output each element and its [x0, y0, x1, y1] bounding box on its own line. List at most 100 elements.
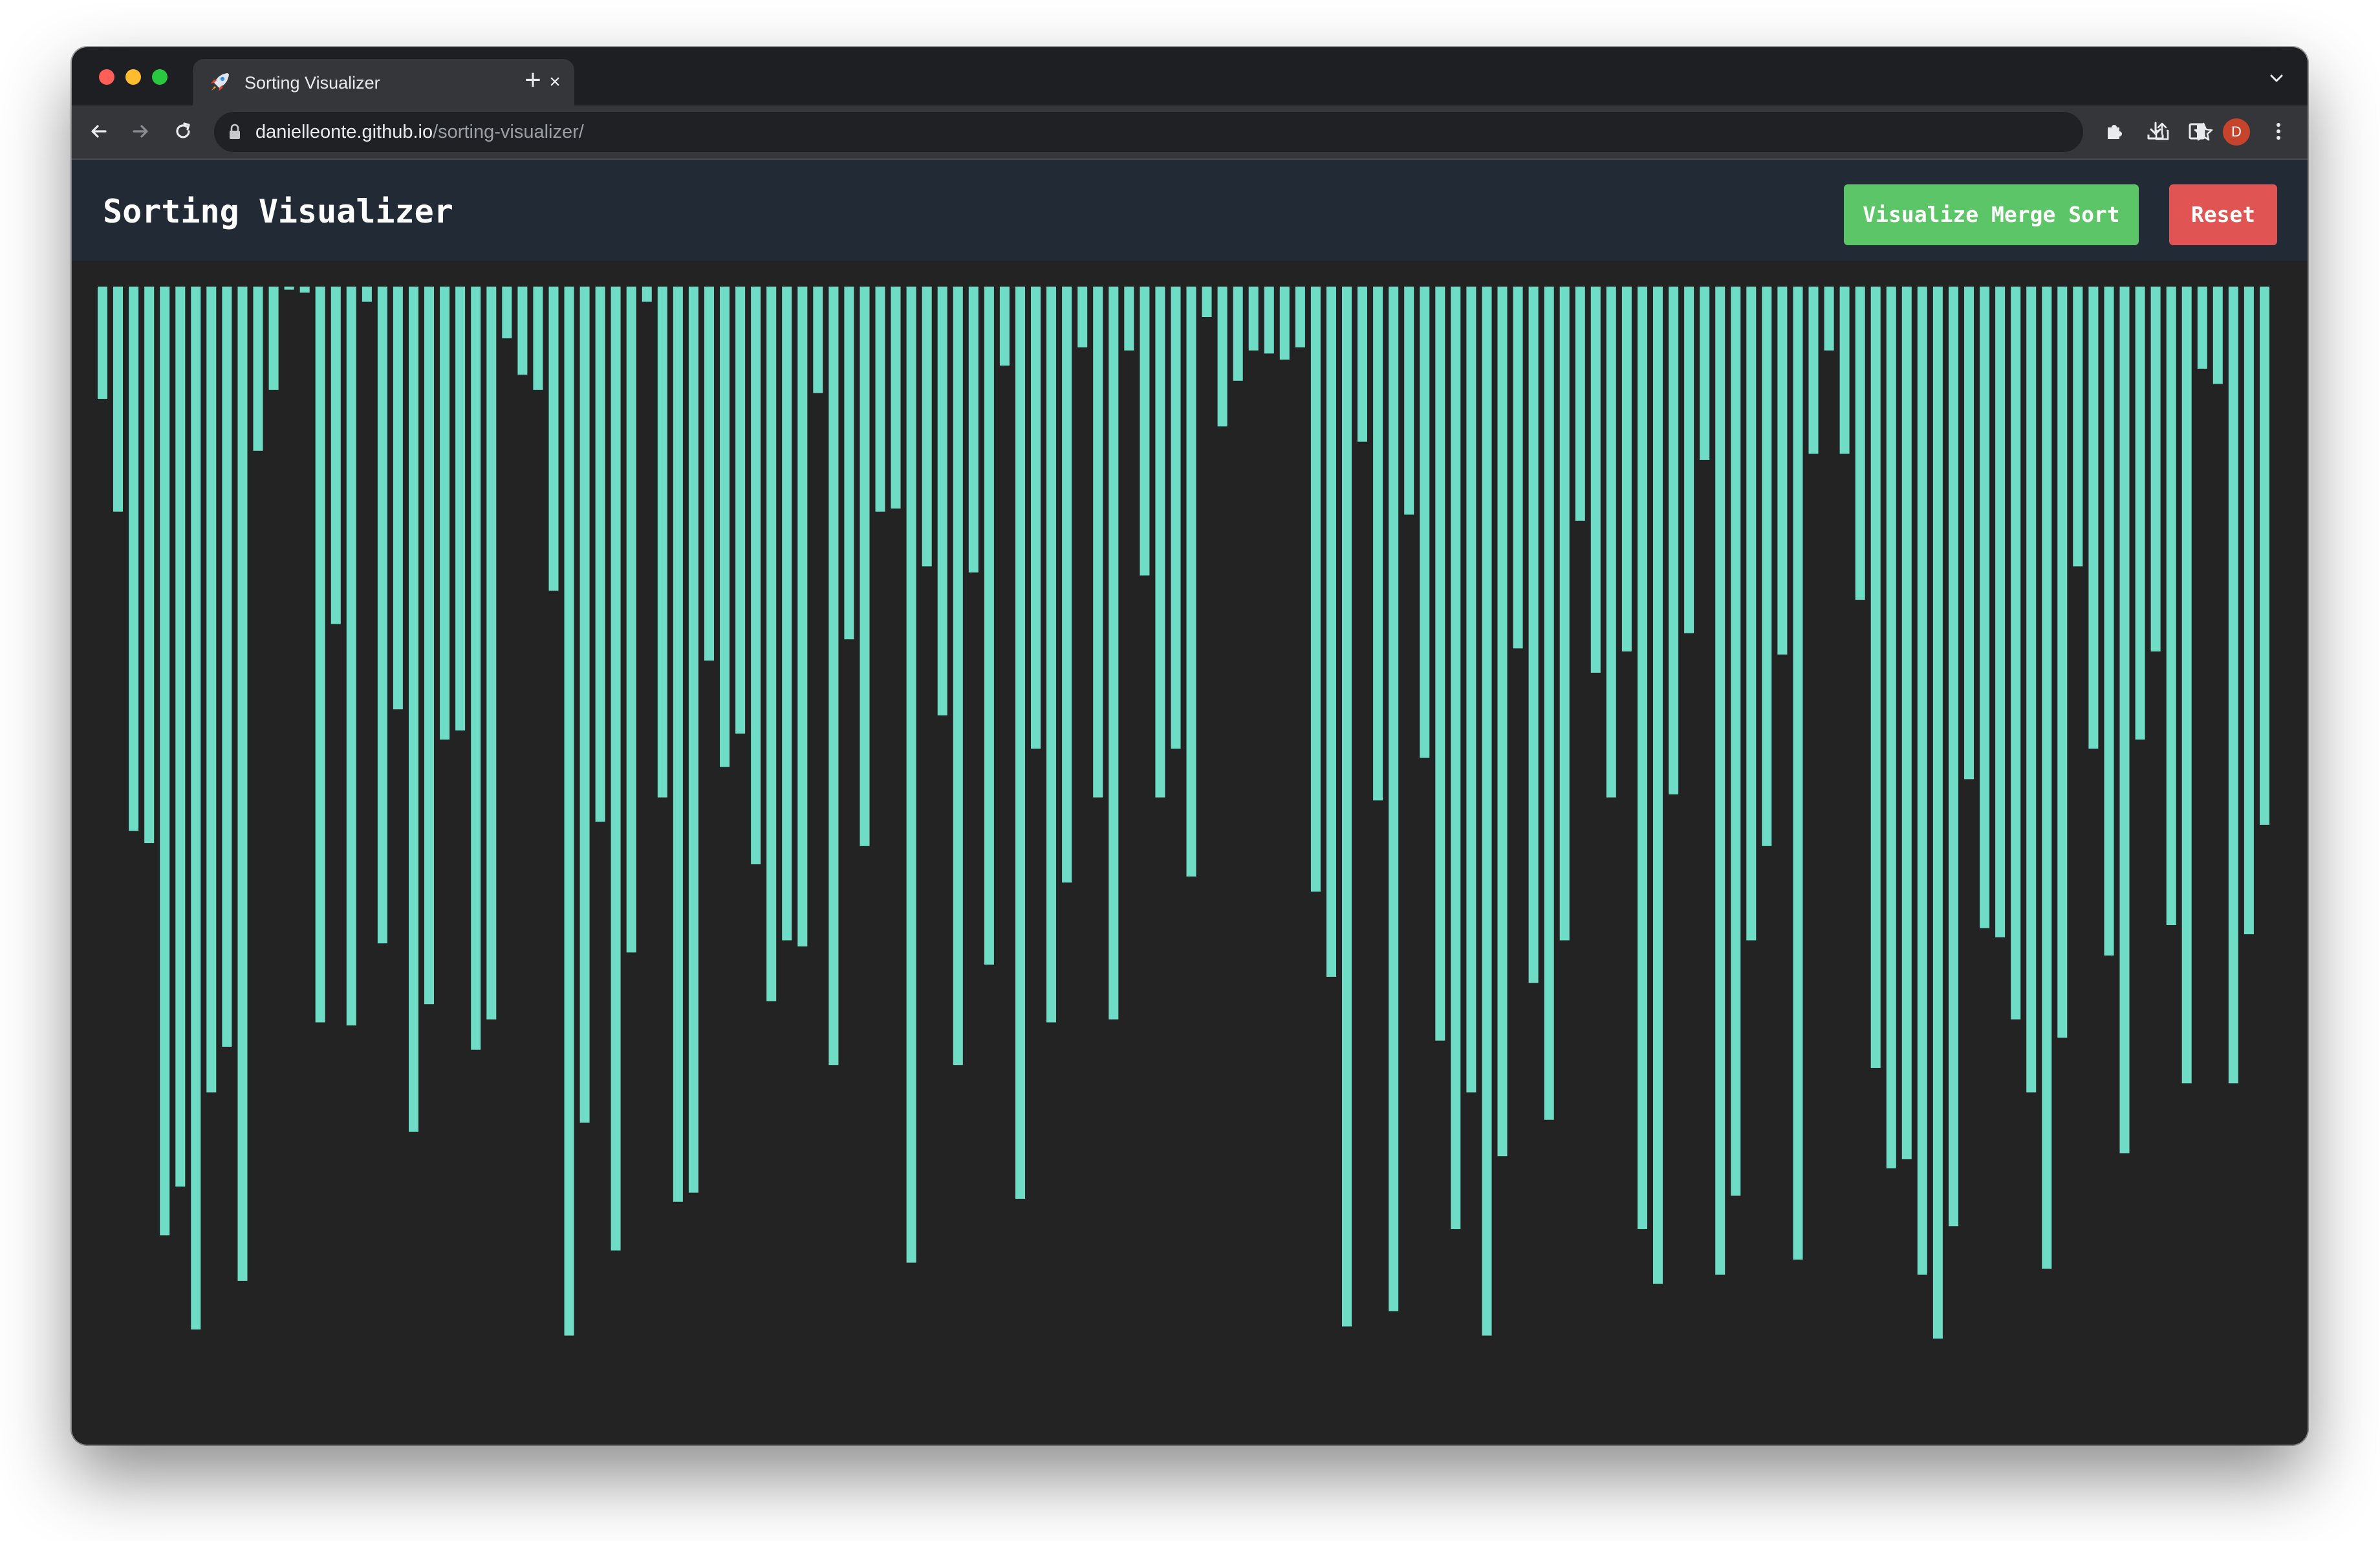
kebab-menu-icon[interactable] [2264, 117, 2293, 146]
array-bar [1621, 287, 1632, 651]
array-bar [813, 287, 823, 393]
array-bar [206, 287, 217, 1093]
array-bar [999, 287, 1010, 366]
reload-icon[interactable] [169, 117, 197, 146]
array-bar [517, 287, 528, 375]
new-tab-button[interactable]: + [517, 64, 549, 96]
array-bar [98, 287, 107, 399]
lock-icon[interactable] [227, 123, 243, 141]
array-bar [1248, 287, 1259, 351]
array-bar [735, 287, 746, 734]
array-bar [1015, 287, 1025, 1199]
array-bar [2042, 287, 2052, 1269]
array-bar [1217, 287, 1228, 427]
array-bars [98, 287, 2269, 1339]
array-bar [1793, 287, 1803, 1260]
array-bar [704, 287, 714, 661]
array-bar [1917, 287, 1927, 1275]
array-bar [1264, 287, 1274, 354]
chevron-down-icon[interactable] [2265, 67, 2288, 90]
array-bar [548, 287, 559, 591]
array-bar [766, 287, 777, 1001]
array-bar [1575, 287, 1585, 521]
array-bar [2212, 287, 2223, 384]
array-bar [1932, 287, 1943, 1339]
array-bar [1839, 287, 1850, 454]
minimize-window-button[interactable] [125, 69, 141, 85]
array-bar [2244, 287, 2254, 935]
array-bar [455, 287, 466, 731]
array-bar [1638, 287, 1647, 1229]
array-bar [2150, 287, 2161, 651]
side-panel-icon[interactable] [2183, 117, 2211, 146]
array-bar [1233, 287, 1243, 381]
array-bar [1513, 287, 1523, 649]
array-bar [2073, 287, 2083, 567]
download-icon[interactable] [2141, 117, 2170, 146]
array-bar [237, 287, 248, 1281]
array-bar [1995, 287, 2006, 937]
array-bar [1901, 287, 1912, 1159]
array-bar [2026, 287, 2037, 1093]
array-bar [113, 287, 123, 512]
array-bar [1544, 287, 1554, 1120]
address-bar[interactable]: danielleonte.github.io/sorting-visualize… [214, 112, 2213, 152]
array-bar [222, 287, 232, 1047]
array-bar [1124, 287, 1134, 351]
zoom-window-button[interactable] [152, 69, 168, 85]
array-bar [129, 287, 139, 831]
array-bar [688, 287, 698, 1193]
array-bar [564, 287, 574, 1336]
array-bar [657, 287, 667, 798]
array-bar [2135, 287, 2145, 740]
array-bar [860, 287, 870, 846]
array-bar [1202, 287, 1212, 317]
array-bar [1171, 287, 1181, 749]
array-bar [284, 287, 294, 290]
forward-arrow-icon[interactable] [126, 117, 155, 146]
array-bar [1077, 287, 1088, 347]
array-bar [1590, 287, 1601, 673]
array-bar [1310, 287, 1321, 892]
array-bar [1326, 287, 1336, 977]
array-bar [984, 287, 994, 965]
array-bar [1466, 287, 1477, 1093]
array-bar [502, 287, 512, 338]
profile-avatar[interactable]: D [2223, 118, 2250, 146]
array-bar [1373, 287, 1383, 801]
array-bar [1451, 287, 1461, 1229]
array-bar [673, 287, 683, 1202]
array-bar [1700, 287, 1710, 460]
array-bar [1855, 287, 1865, 600]
array-bar [2260, 287, 2269, 825]
url-text: danielleonte.github.io/sorting-visualize… [255, 121, 584, 143]
array-bar [1777, 287, 1788, 655]
array-bar [1824, 287, 1834, 351]
array-bar [2057, 287, 2068, 1038]
array-bar [160, 287, 170, 1236]
url-host: danielleonte.github.io [255, 122, 433, 142]
array-bar [1186, 287, 1196, 877]
browser-toolbar: danielleonte.github.io/sorting-visualize… [72, 105, 2308, 160]
array-bar [409, 287, 418, 1132]
array-bar [424, 287, 434, 1005]
array-bar [1497, 287, 1508, 1157]
array-bar [1808, 287, 1819, 454]
array-bar [1295, 287, 1305, 347]
array-bar [828, 287, 839, 1066]
array-bar [1870, 287, 1881, 1068]
array-bar [2011, 287, 2021, 1020]
extensions-icon[interactable] [2100, 117, 2128, 146]
visualize-merge-sort-button[interactable]: Visualize Merge Sort [1844, 184, 2139, 245]
array-bar [906, 287, 916, 1263]
array-bar [1684, 287, 1694, 633]
back-arrow-icon[interactable] [85, 117, 113, 146]
array-bar [1404, 287, 1414, 515]
array-bar [751, 287, 761, 864]
reset-button[interactable]: Reset [2169, 184, 2277, 245]
close-window-button[interactable] [99, 69, 114, 85]
array-bar [953, 287, 963, 1066]
array-bar [144, 287, 155, 844]
array-bar [1886, 287, 1896, 1168]
array-bar [1980, 287, 1990, 928]
